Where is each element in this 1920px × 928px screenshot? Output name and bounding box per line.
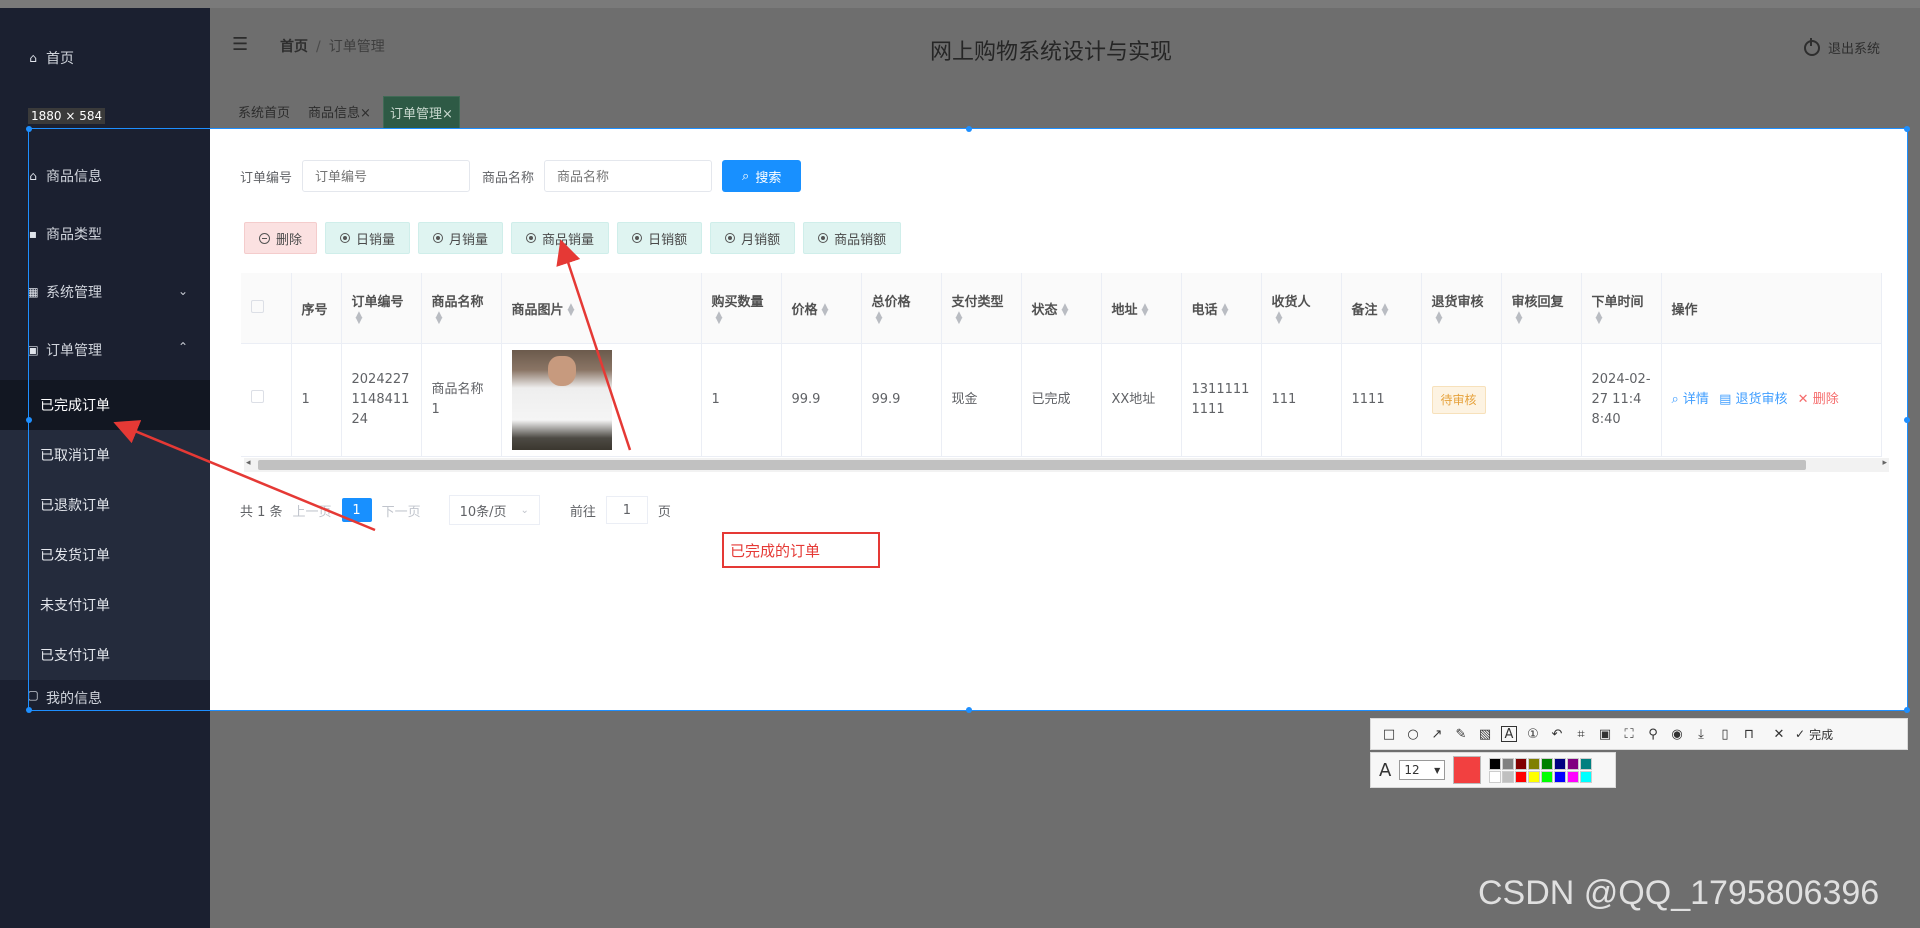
color-swatch[interactable] (1567, 757, 1580, 770)
font-size-select[interactable]: 12 ▼ (1399, 760, 1446, 780)
color-swatch[interactable] (1580, 757, 1593, 770)
color-swatch[interactable] (1489, 770, 1502, 783)
color-swatch[interactable] (1502, 757, 1515, 770)
color-swatch[interactable] (1567, 770, 1580, 783)
watermark: CSDN @QQ_1795806396 (1478, 874, 1880, 912)
color-swatch[interactable] (1541, 770, 1554, 783)
color-swatch[interactable] (1528, 770, 1541, 783)
color-swatch[interactable] (1528, 757, 1541, 770)
mosaic-tool-icon[interactable]: ▧ (1477, 726, 1493, 742)
check-icon: ✓ (1795, 727, 1806, 741)
color-swatch[interactable] (1515, 757, 1528, 770)
font-size-value: 12 (1404, 763, 1420, 777)
close-icon[interactable]: ✕ (1771, 726, 1787, 742)
color-palette (1489, 757, 1593, 783)
font-icon: A (1379, 759, 1392, 781)
arrow-to-product-sales (556, 239, 632, 451)
download-icon[interactable]: ⤓ (1693, 726, 1709, 742)
current-color-swatch[interactable] (1453, 756, 1482, 784)
arrow-tool-icon[interactable]: ↗ (1429, 726, 1445, 742)
color-swatch[interactable] (1502, 770, 1515, 783)
phone-icon[interactable]: ▯ (1717, 726, 1733, 742)
color-swatch[interactable] (1554, 770, 1567, 783)
annotation-arrows (113, 239, 632, 532)
ocr-icon[interactable]: ▣ (1597, 726, 1613, 742)
color-swatch[interactable] (1541, 757, 1554, 770)
text-style-toolbar: A 12 ▼ (1370, 752, 1616, 788)
arrow-to-completed-orders (113, 420, 376, 532)
number-tool-icon[interactable]: ① (1525, 726, 1541, 742)
undo-icon[interactable]: ↶ (1549, 726, 1565, 742)
screenshot-toolbar: □ ○ ↗ ✎ ▧ A ① ↶ ⌗ ▣ ⛶ ⚲ ◉ ⤓ ▯ ⊓ ✕ ✓ 完成 (1370, 718, 1908, 750)
color-swatch[interactable] (1580, 770, 1593, 783)
bookmark-icon[interactable]: ⊓ (1741, 726, 1757, 742)
capture-size-label: 1880 × 584 (28, 108, 106, 124)
color-swatch[interactable] (1489, 757, 1502, 770)
record-icon[interactable]: ◉ (1669, 726, 1685, 742)
done-button[interactable]: ✓ 完成 (1795, 726, 1833, 743)
done-label: 完成 (1809, 727, 1834, 742)
scan-icon[interactable]: ⛶ (1621, 726, 1637, 742)
pencil-tool-icon[interactable]: ✎ (1453, 726, 1469, 742)
color-swatch[interactable] (1554, 757, 1567, 770)
text-tool-icon[interactable]: A (1501, 726, 1517, 742)
color-swatch[interactable] (1515, 770, 1528, 783)
pin-icon[interactable]: ⚲ (1645, 726, 1661, 742)
chevron-down-icon: ▼ (1434, 765, 1441, 775)
ellipse-tool-icon[interactable]: ○ (1405, 726, 1421, 742)
rectangle-tool-icon[interactable]: □ (1381, 726, 1397, 742)
crop-icon[interactable]: ⌗ (1573, 726, 1589, 742)
